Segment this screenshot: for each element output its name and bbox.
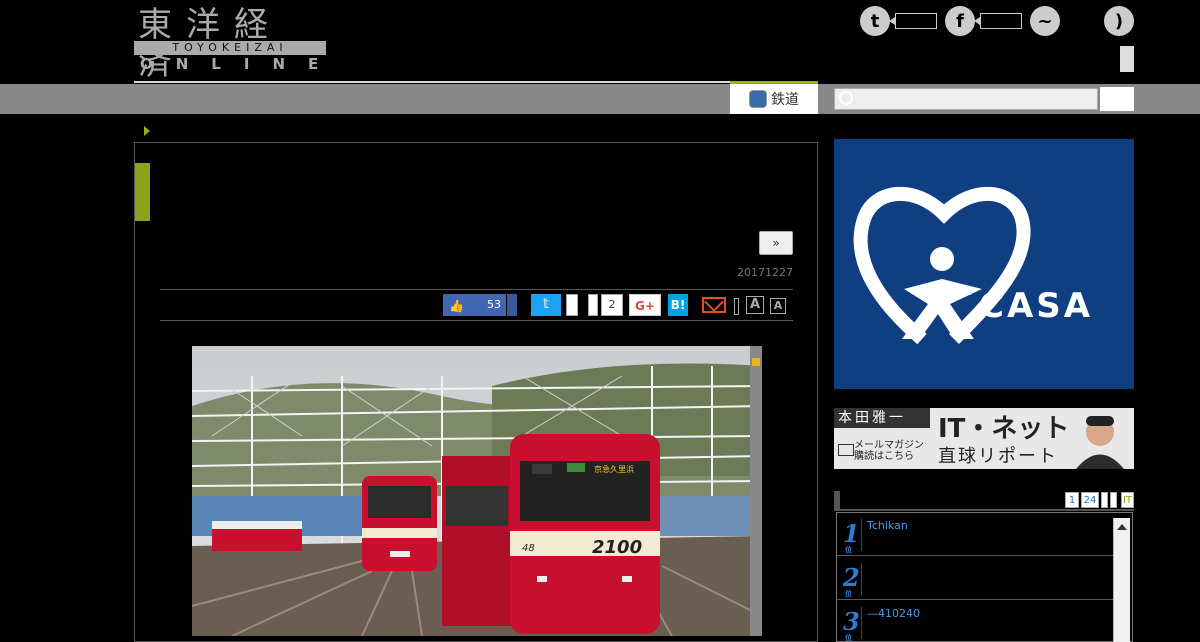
logo-online: ONLINE (140, 55, 342, 73)
destination-display: 京急久里浜 (594, 464, 634, 474)
share-divider-bottom (160, 320, 793, 321)
like-share-tail[interactable] (506, 294, 517, 316)
share-divider-top (160, 289, 793, 290)
ad-newsletter-banner[interactable]: 本田雅一 メールマガジン 購読はこちら IT・ネット 直球リポート (834, 408, 1134, 469)
mail-icon[interactable] (702, 297, 726, 313)
ranking-tab-3[interactable] (1101, 492, 1108, 508)
google-plus-button[interactable]: G+ (629, 294, 661, 316)
svg-text:®: ® (964, 287, 974, 298)
ad-title2: 直球リポート (938, 446, 1058, 467)
print-button[interactable] (734, 298, 739, 315)
ranking-tab-it[interactable]: IT (1121, 492, 1134, 508)
train-icon (749, 90, 767, 108)
facebook-share-count (974, 13, 1022, 29)
pocket-count (588, 294, 598, 316)
ad-author-name: 本田雅一 (834, 408, 930, 428)
tweet-count (566, 294, 578, 316)
hatena-bookmark-button[interactable]: B! (668, 294, 688, 316)
list-item[interactable]: 2位 (837, 557, 1115, 600)
ad-casa-banner[interactable]: ® CASA (834, 139, 1134, 389)
tweet-button[interactable]: 𝕥 (531, 294, 561, 316)
author-photo (1072, 410, 1128, 469)
search-input[interactable] (834, 88, 1098, 110)
site-logo[interactable]: 東洋経済 TOYOKEIZAI ONLINE (134, 6, 326, 82)
ranking-tab-1h[interactable]: 1 (1065, 492, 1079, 508)
twitter-icon[interactable]: t (860, 6, 890, 36)
ad-casa-brand: CASA (979, 286, 1093, 326)
twitter-share-count (889, 13, 937, 29)
ranking-title[interactable]: Tchikan (867, 519, 908, 532)
train-left (362, 476, 437, 571)
list-item[interactable]: 1位 Tchikan (837, 513, 1115, 556)
article-date: 20171227 (737, 266, 793, 279)
logo-band: TOYOKEIZAI (134, 41, 326, 55)
search-button[interactable] (1100, 87, 1134, 111)
font-large-button[interactable]: A (746, 296, 764, 314)
train-main: 京急久里浜 48 2100 (442, 434, 660, 634)
like-count: 53 (487, 298, 501, 311)
ranking-tab-4[interactable] (1110, 492, 1117, 508)
rss-icon[interactable]: ) (1104, 6, 1134, 36)
header-divider (134, 81, 818, 83)
nav-tab-railway[interactable]: 鉄道 (730, 81, 818, 114)
facebook-like-button[interactable]: 👍 53 (443, 294, 517, 316)
car-unit-number: 48 (522, 543, 535, 554)
car-series-number: 2100 (592, 537, 642, 558)
ranking-scrollbar[interactable] (1113, 518, 1130, 642)
nav-tab-railway-label: 鉄道 (771, 92, 799, 108)
login-button[interactable] (1120, 46, 1134, 72)
messenger-icon[interactable]: ~ (1030, 6, 1060, 36)
article-title-marker (135, 163, 150, 221)
font-small-button[interactable]: A (770, 298, 786, 314)
ranking-list: 1位 Tchikan 2位 3位 —410240 (836, 512, 1133, 642)
envelope-icon (838, 444, 854, 456)
scroll-up-icon[interactable] (1117, 524, 1127, 530)
article-photo-trains: 京急久里浜 48 2100 (192, 346, 762, 636)
ranking-title[interactable]: —410240 (867, 607, 920, 620)
ad-title1: IT・ネット (938, 414, 1070, 444)
next-page-button[interactable]: » (759, 231, 793, 255)
ad-mail-line2: 購読はこちら (854, 451, 914, 462)
ranking-tab-24h[interactable]: 24 (1081, 492, 1099, 508)
ad-mail-line1: メールマガジン (854, 440, 924, 451)
list-item[interactable]: 3位 —410240 (837, 601, 1115, 641)
facebook-icon[interactable]: f (945, 6, 975, 36)
thumbs-up-icon: 👍 (449, 299, 464, 313)
search-icon (839, 91, 853, 105)
breadcrumb-arrow-icon (144, 126, 150, 136)
hatena-count: 2 (601, 294, 623, 316)
